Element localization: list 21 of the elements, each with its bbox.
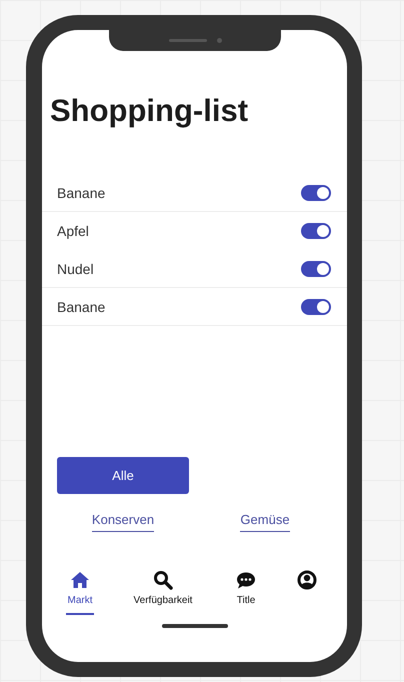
item-label: Banane xyxy=(57,184,106,200)
item-label: Nudel xyxy=(57,260,94,276)
item-label: Apfel xyxy=(57,222,89,238)
page-title: Shopping-list xyxy=(50,93,248,129)
all-button[interactable]: Alle xyxy=(57,457,189,494)
search-icon[interactable] xyxy=(153,570,173,590)
tab-label[interactable]: Verfügbarkeit xyxy=(134,595,192,607)
home-indicator xyxy=(162,624,228,628)
item-label: Banane xyxy=(57,298,106,314)
category-link[interactable]: Gemüse xyxy=(240,511,290,532)
toggle-switch[interactable] xyxy=(301,298,331,314)
selected-indicator xyxy=(66,613,94,615)
category-link[interactable]: Konserven xyxy=(92,511,154,532)
home-icon[interactable] xyxy=(70,570,90,590)
toggle-switch[interactable] xyxy=(301,184,331,200)
user-icon[interactable] xyxy=(297,570,317,590)
tab-label[interactable]: Markt xyxy=(68,595,92,607)
toggle-switch[interactable] xyxy=(301,222,331,238)
tab-label[interactable]: Title xyxy=(236,595,256,607)
toggle-switch[interactable] xyxy=(301,260,331,276)
chat-icon[interactable] xyxy=(236,570,256,590)
